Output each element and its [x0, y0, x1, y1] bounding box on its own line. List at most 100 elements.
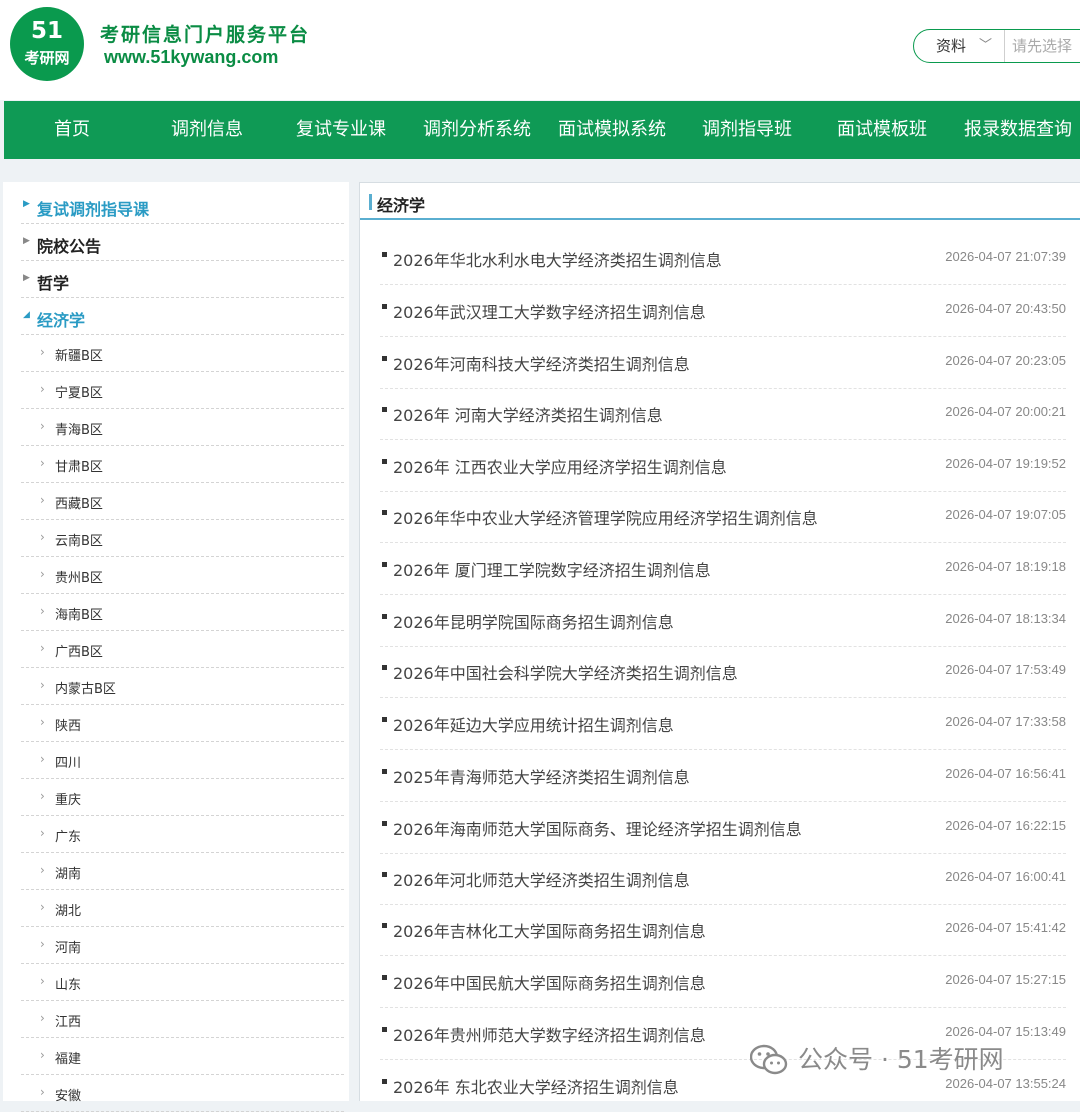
sidebar-subitem-label: 江西: [55, 1015, 82, 1030]
article-title[interactable]: 2026年中国社会科学院大学经济类招生调剂信息: [393, 660, 738, 684]
chevron-right-icon: ›: [40, 678, 45, 692]
bullet-icon: [382, 510, 387, 515]
article-title[interactable]: 2026年 东北农业大学经济招生调剂信息: [393, 1074, 679, 1098]
bullet-icon: [382, 459, 387, 464]
sidebar-subitem[interactable]: › 山东: [21, 964, 344, 1001]
bullet-icon: [382, 821, 387, 826]
bullet-icon: [382, 717, 387, 722]
sidebar-subitem[interactable]: › 贵州B区: [21, 557, 344, 594]
article-date: 2026-04-07 17:53:49: [945, 662, 1066, 677]
bullet-icon: [382, 872, 387, 877]
article-date: 2026-04-07 16:56:41: [945, 766, 1066, 781]
nav-item-interview-simulation[interactable]: 面试模拟系统: [554, 101, 670, 159]
article-date: 2026-04-07 20:23:05: [945, 353, 1066, 368]
article-title[interactable]: 2026年武汉理工大学数字经济招生调剂信息: [393, 299, 706, 323]
sidebar-subitem[interactable]: › 湖北: [21, 890, 344, 927]
article-title[interactable]: 2026年 河南大学经济类招生调剂信息: [393, 402, 663, 426]
nav-item-admission-data[interactable]: 报录数据查询: [960, 101, 1076, 159]
search-input[interactable]: [1012, 34, 1080, 58]
sidebar-subitem[interactable]: › 新疆B区: [21, 335, 344, 372]
nav-item-interview-template[interactable]: 面试模板班: [832, 101, 932, 159]
article-row[interactable]: 2026年河北师范大学经济类招生调剂信息 2026-04-07 16:00:41: [380, 853, 1066, 905]
sidebar-subitem-label: 新疆B区: [55, 349, 103, 364]
nav-item-retest-courses[interactable]: 复试专业课: [291, 101, 391, 159]
sidebar-subitem[interactable]: › 青海B区: [21, 409, 344, 446]
article-title[interactable]: 2026年昆明学院国际商务招生调剂信息: [393, 609, 674, 633]
nav-item-home[interactable]: 首页: [32, 101, 112, 159]
sidebar-subitem[interactable]: › 陕西: [21, 705, 344, 742]
sidebar-subitem[interactable]: › 福建: [21, 1038, 344, 1075]
chevron-right-icon: ›: [40, 1085, 45, 1099]
sidebar-item-economics[interactable]: ◢ 经济学: [21, 298, 344, 335]
article-title[interactable]: 2026年中国民航大学国际商务招生调剂信息: [393, 970, 706, 994]
sidebar-subitem[interactable]: › 宁夏B区: [21, 372, 344, 409]
sidebar-subitem[interactable]: › 安徽: [21, 1075, 344, 1112]
article-title[interactable]: 2026年华中农业大学经济管理学院应用经济学招生调剂信息: [393, 505, 818, 529]
search-category-select[interactable]: 资料 ﹀: [914, 30, 1005, 62]
sidebar-subitem[interactable]: › 四川: [21, 742, 344, 779]
site-logo[interactable]: 51 考研网: [10, 7, 84, 81]
article-row[interactable]: 2026年 江西农业大学应用经济学招生调剂信息 2026-04-07 19:19:…: [380, 440, 1066, 492]
sidebar-subitem[interactable]: › 湖南: [21, 853, 344, 890]
article-date: 2026-04-07 19:19:52: [945, 456, 1066, 471]
site-header: 51 考研网 考研信息门户服务平台 www.51kywang.com 资料 ﹀: [0, 0, 1080, 100]
sidebar-subitem[interactable]: › 河南: [21, 927, 344, 964]
sidebar-subitem[interactable]: › 甘肃B区: [21, 446, 344, 483]
article-date: 2026-04-07 17:33:58: [945, 714, 1066, 729]
sidebar-subitem[interactable]: › 海南B区: [21, 594, 344, 631]
sidebar-subitem-label: 湖南: [55, 867, 82, 882]
bullet-icon: [382, 614, 387, 619]
article-row[interactable]: 2026年昆明学院国际商务招生调剂信息 2026-04-07 18:13:34: [380, 595, 1066, 647]
article-row[interactable]: 2026年中国社会科学院大学经济类招生调剂信息 2026-04-07 17:53:…: [380, 646, 1066, 698]
nav-item-adjustment-analysis[interactable]: 调剂分析系统: [419, 101, 535, 159]
article-row[interactable]: 2026年 河南大学经济类招生调剂信息 2026-04-07 20:00:21: [380, 388, 1066, 440]
article-title[interactable]: 2025年青海师范大学经济类招生调剂信息: [393, 764, 690, 788]
article-row[interactable]: 2026年河南科技大学经济类招生调剂信息 2026-04-07 20:23:05: [380, 337, 1066, 389]
article-title[interactable]: 2026年延边大学应用统计招生调剂信息: [393, 712, 674, 736]
sidebar-item-retest-guidance[interactable]: ▶ 复试调剂指导课: [21, 187, 344, 224]
article-title[interactable]: 2026年贵州师范大学数字经济招生调剂信息: [393, 1022, 706, 1046]
bullet-icon: [382, 252, 387, 257]
sidebar-subitem[interactable]: › 重庆: [21, 779, 344, 816]
article-title[interactable]: 2026年河北师范大学经济类招生调剂信息: [393, 867, 690, 891]
sidebar-item-school-notices[interactable]: ▶ 院校公告: [21, 224, 344, 261]
sidebar-subitem[interactable]: › 西藏B区: [21, 483, 344, 520]
chevron-right-icon: ›: [40, 419, 45, 433]
sidebar-item-philosophy[interactable]: ▶ 哲学: [21, 261, 344, 298]
article-row[interactable]: 2025年青海师范大学经济类招生调剂信息 2026-04-07 16:56:41: [380, 750, 1066, 802]
sidebar-subitem[interactable]: › 广西B区: [21, 631, 344, 668]
sidebar-subitem-label: 山东: [55, 978, 82, 993]
article-title[interactable]: 2026年吉林化工大学国际商务招生调剂信息: [393, 918, 706, 942]
sidebar-subitem[interactable]: › 云南B区: [21, 520, 344, 557]
article-row[interactable]: 2026年吉林化工大学国际商务招生调剂信息 2026-04-07 15:41:42: [380, 904, 1066, 956]
nav-item-adjustment-info[interactable]: 调剂信息: [162, 101, 252, 159]
article-date: 2026-04-07 16:22:15: [945, 818, 1066, 833]
sidebar-subitem-label: 贵州B区: [55, 571, 103, 586]
sidebar-subitem-label: 广西B区: [55, 645, 103, 660]
sidebar-subitem[interactable]: › 广东: [21, 816, 344, 853]
article-title[interactable]: 2026年海南师范大学国际商务、理论经济学招生调剂信息: [393, 816, 802, 840]
article-title[interactable]: 2026年河南科技大学经济类招生调剂信息: [393, 351, 690, 375]
article-title[interactable]: 2026年 厦门理工学院数字经济招生调剂信息: [393, 557, 711, 581]
bullet-icon: [382, 562, 387, 567]
bullet-icon: [382, 1027, 387, 1032]
panel-title: 经济学: [377, 196, 426, 215]
sidebar-subitem[interactable]: › 内蒙古B区: [21, 668, 344, 705]
article-row[interactable]: 2026年华北水利水电大学经济类招生调剂信息 2026-04-07 21:07:3…: [380, 233, 1066, 285]
bullet-icon: [382, 407, 387, 412]
article-title[interactable]: 2026年 江西农业大学应用经济学招生调剂信息: [393, 454, 727, 478]
sidebar-subitem[interactable]: › 江西: [21, 1001, 344, 1038]
article-row[interactable]: 2026年武汉理工大学数字经济招生调剂信息 2026-04-07 20:43:50: [380, 285, 1066, 337]
header-accent-bar: [369, 194, 372, 210]
article-row[interactable]: 2026年中国民航大学国际商务招生调剂信息 2026-04-07 15:27:15: [380, 956, 1066, 1008]
chevron-right-icon: ›: [40, 789, 45, 803]
article-row[interactable]: 2026年延边大学应用统计招生调剂信息 2026-04-07 17:33:58: [380, 698, 1066, 750]
article-title[interactable]: 2026年华北水利水电大学经济类招生调剂信息: [393, 247, 722, 271]
bullet-icon: [382, 923, 387, 928]
article-date: 2026-04-07 18:13:34: [945, 611, 1066, 626]
article-row[interactable]: 2026年 厦门理工学院数字经济招生调剂信息 2026-04-07 18:19:1…: [380, 543, 1066, 595]
nav-item-adjustment-class[interactable]: 调剂指导班: [697, 101, 797, 159]
article-row[interactable]: 2026年华中农业大学经济管理学院应用经济学招生调剂信息 2026-04-07 1…: [380, 491, 1066, 543]
article-row[interactable]: 2026年海南师范大学国际商务、理论经济学招生调剂信息 2026-04-07 16…: [380, 802, 1066, 854]
chevron-right-icon: ›: [40, 641, 45, 655]
